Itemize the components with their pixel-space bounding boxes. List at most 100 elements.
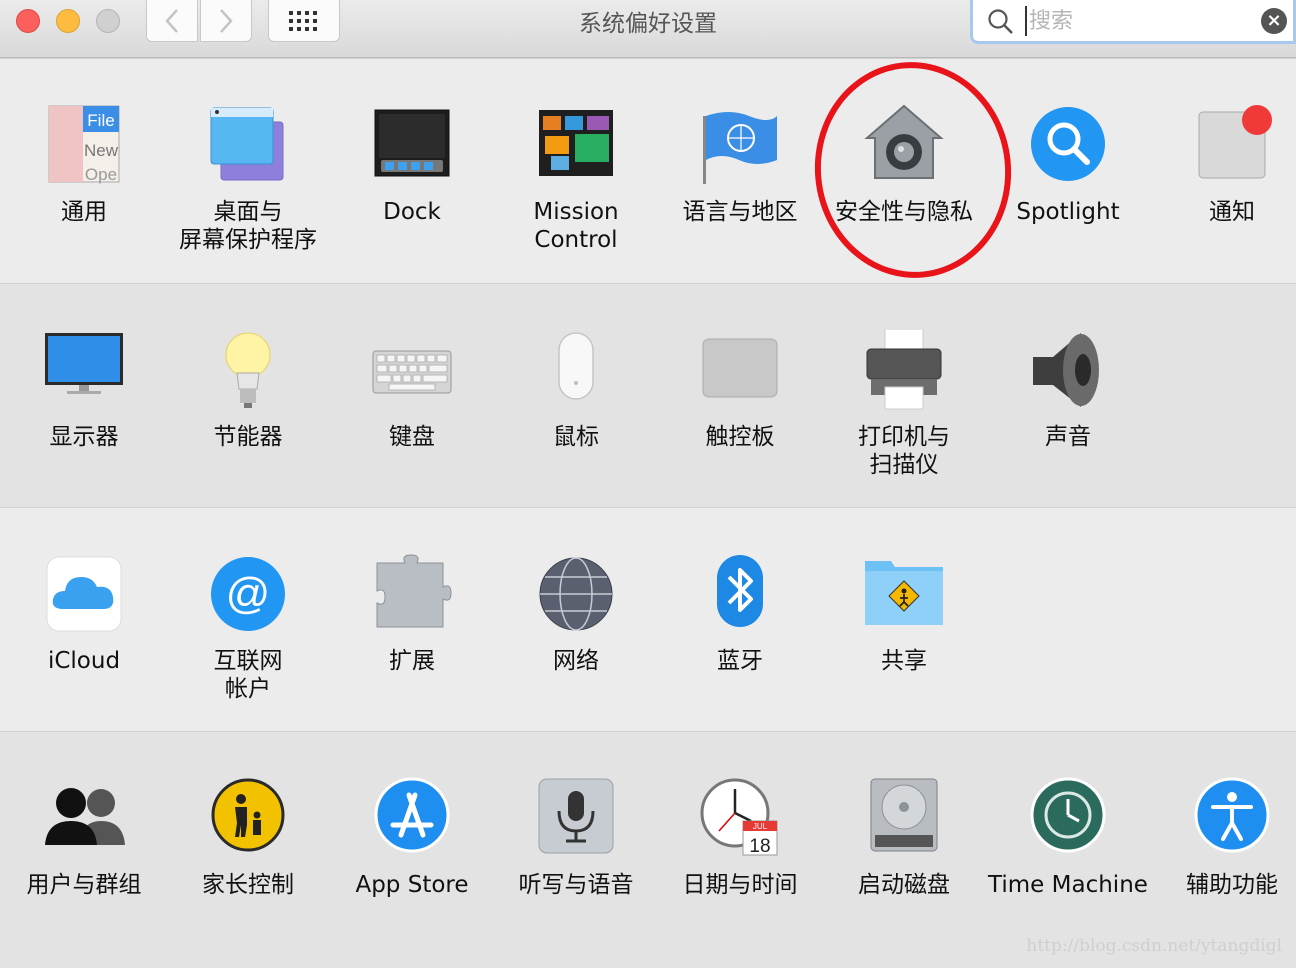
house-lock-icon <box>863 104 945 186</box>
accessibility-icon <box>1191 777 1273 859</box>
pref-label: 互联网 帐户 <box>213 648 283 702</box>
pref-energy[interactable]: 节能器 <box>166 329 330 451</box>
prefs-row-internet: iCloud @ 互联网 帐户 扩展 网络 蓝牙 共享 <box>0 507 1296 731</box>
pref-label: 家长控制 <box>202 872 294 898</box>
speaker-icon <box>1027 329 1109 411</box>
pref-label: 通知 <box>1209 199 1255 225</box>
bulb-icon <box>207 329 289 411</box>
time-machine-icon <box>1027 777 1109 859</box>
pref-printers-scanners[interactable]: 打印机与 扫描仪 <box>822 328 986 479</box>
bluetooth-icon <box>699 553 781 635</box>
forward-button[interactable] <box>200 0 252 42</box>
pref-label: 蓝牙 <box>717 648 763 674</box>
svg-text:Ope: Ope <box>85 165 117 184</box>
at-icon: @ <box>207 553 289 635</box>
chevron-left-icon <box>165 8 178 33</box>
magnifier-icon <box>1027 104 1109 186</box>
watermark: http://blog.csdn.net/ytangdigl <box>1026 936 1282 956</box>
pref-label: 声音 <box>1045 424 1091 450</box>
toolbar: 系统偏好设置 × <box>0 0 1296 58</box>
disk-icon <box>863 777 945 859</box>
close-window-button[interactable] <box>16 9 40 33</box>
pref-network[interactable]: 网络 <box>494 553 658 675</box>
globe-icon <box>535 553 617 635</box>
keyboard-icon <box>371 329 453 411</box>
pref-label: 日期与时间 <box>682 872 798 898</box>
folder-sharing-icon <box>863 553 945 635</box>
pref-extensions[interactable]: 扩展 <box>330 553 494 675</box>
pref-internet-accounts[interactable]: @ 互联网 帐户 <box>166 553 330 703</box>
pref-label: Dock <box>383 199 441 225</box>
pref-label: Time Machine <box>988 872 1148 898</box>
pref-keyboard[interactable]: 键盘 <box>330 329 494 451</box>
search-input[interactable] <box>1025 6 1255 36</box>
pref-startup-disk[interactable]: 启动磁盘 <box>822 777 986 899</box>
clear-search-button[interactable]: × <box>1261 8 1287 34</box>
pref-label: 安全性与隐私 <box>835 199 973 225</box>
pref-general[interactable]: File New Ope 通用 <box>2 104 166 226</box>
cloud-icon <box>43 553 125 635</box>
microphone-icon <box>535 777 617 859</box>
pref-mission-control[interactable]: Mission Control <box>494 104 658 254</box>
show-all-button[interactable] <box>268 0 340 42</box>
pref-trackpad[interactable]: 触控板 <box>658 329 822 451</box>
mission-control-icon <box>535 104 617 186</box>
pref-dictation-speech[interactable]: 听写与语音 <box>494 777 658 899</box>
svg-text:JUL: JUL <box>753 822 768 831</box>
zoom-window-button[interactable] <box>96 9 120 33</box>
chevron-right-icon <box>220 8 233 33</box>
pref-security-privacy[interactable]: 安全性与隐私 <box>822 104 986 226</box>
parental-icon <box>207 777 289 859</box>
pref-label: Mission Control <box>533 199 619 253</box>
svg-text:18: 18 <box>749 836 770 857</box>
pref-displays[interactable]: 显示器 <box>2 329 166 451</box>
pref-label: 显示器 <box>49 424 119 450</box>
puzzle-icon <box>371 553 453 635</box>
pref-label: 桌面与 屏幕保护程序 <box>179 199 317 253</box>
pref-label: 节能器 <box>213 424 283 450</box>
back-button[interactable] <box>146 0 198 42</box>
pref-label: Spotlight <box>1016 199 1120 225</box>
pref-label: 网络 <box>553 648 599 674</box>
appstore-icon <box>371 777 453 859</box>
pref-time-machine[interactable]: Time Machine <box>986 777 1150 899</box>
general-icon: File New Ope <box>43 104 125 186</box>
pref-label: 辅助功能 <box>1186 872 1278 898</box>
pref-bluetooth[interactable]: 蓝牙 <box>658 553 822 675</box>
pref-label: 用户与群组 <box>26 872 142 898</box>
pref-sharing[interactable]: 共享 <box>822 553 986 675</box>
prefs-row-hardware: 显示器 节能器 键盘 鼠标 触控板 打印机与 扫描仪 声音 <box>0 283 1296 507</box>
pref-language[interactable]: 语言与地区 <box>658 104 822 226</box>
svg-text:@: @ <box>226 569 271 618</box>
pref-parental-controls[interactable]: 家长控制 <box>166 777 330 899</box>
pref-label: 键盘 <box>389 424 435 450</box>
pref-label: 共享 <box>881 648 927 674</box>
svg-text:File: File <box>87 111 114 130</box>
pref-sound[interactable]: 声音 <box>986 329 1150 451</box>
pref-dock[interactable]: Dock <box>330 104 494 226</box>
pref-label: 扩展 <box>389 648 435 674</box>
pref-notifications[interactable]: 通知 <box>1150 104 1296 226</box>
dock-icon <box>371 104 453 186</box>
minimize-window-button[interactable] <box>56 9 80 33</box>
notifications-icon <box>1191 104 1273 186</box>
prefs-row-personal: File New Ope 通用 桌面与 屏幕保护程序 Dock Mission Co… <box>0 58 1296 283</box>
clock-icon: JUL 18 <box>699 777 781 859</box>
pref-app-store[interactable]: App Store <box>330 777 494 899</box>
pref-label: 打印机与 扫描仪 <box>858 424 950 478</box>
pref-mouse[interactable]: 鼠标 <box>494 329 658 451</box>
pref-label: App Store <box>355 872 469 898</box>
grid-icon <box>289 10 317 31</box>
flag-icon <box>699 104 781 186</box>
pref-label: 触控板 <box>705 424 775 450</box>
pref-spotlight[interactable]: Spotlight <box>986 104 1150 226</box>
svg-text:New: New <box>84 141 119 160</box>
pref-label: 语言与地区 <box>682 199 798 225</box>
pref-users-groups[interactable]: 用户与群组 <box>2 777 166 899</box>
search-field[interactable]: × <box>970 0 1296 44</box>
pref-desktop[interactable]: 桌面与 屏幕保护程序 <box>166 104 330 254</box>
printer-icon <box>863 328 945 411</box>
pref-icloud[interactable]: iCloud <box>2 553 166 675</box>
pref-date-time[interactable]: JUL 18 日期与时间 <box>658 777 822 899</box>
pref-accessibility[interactable]: 辅助功能 <box>1150 777 1296 899</box>
